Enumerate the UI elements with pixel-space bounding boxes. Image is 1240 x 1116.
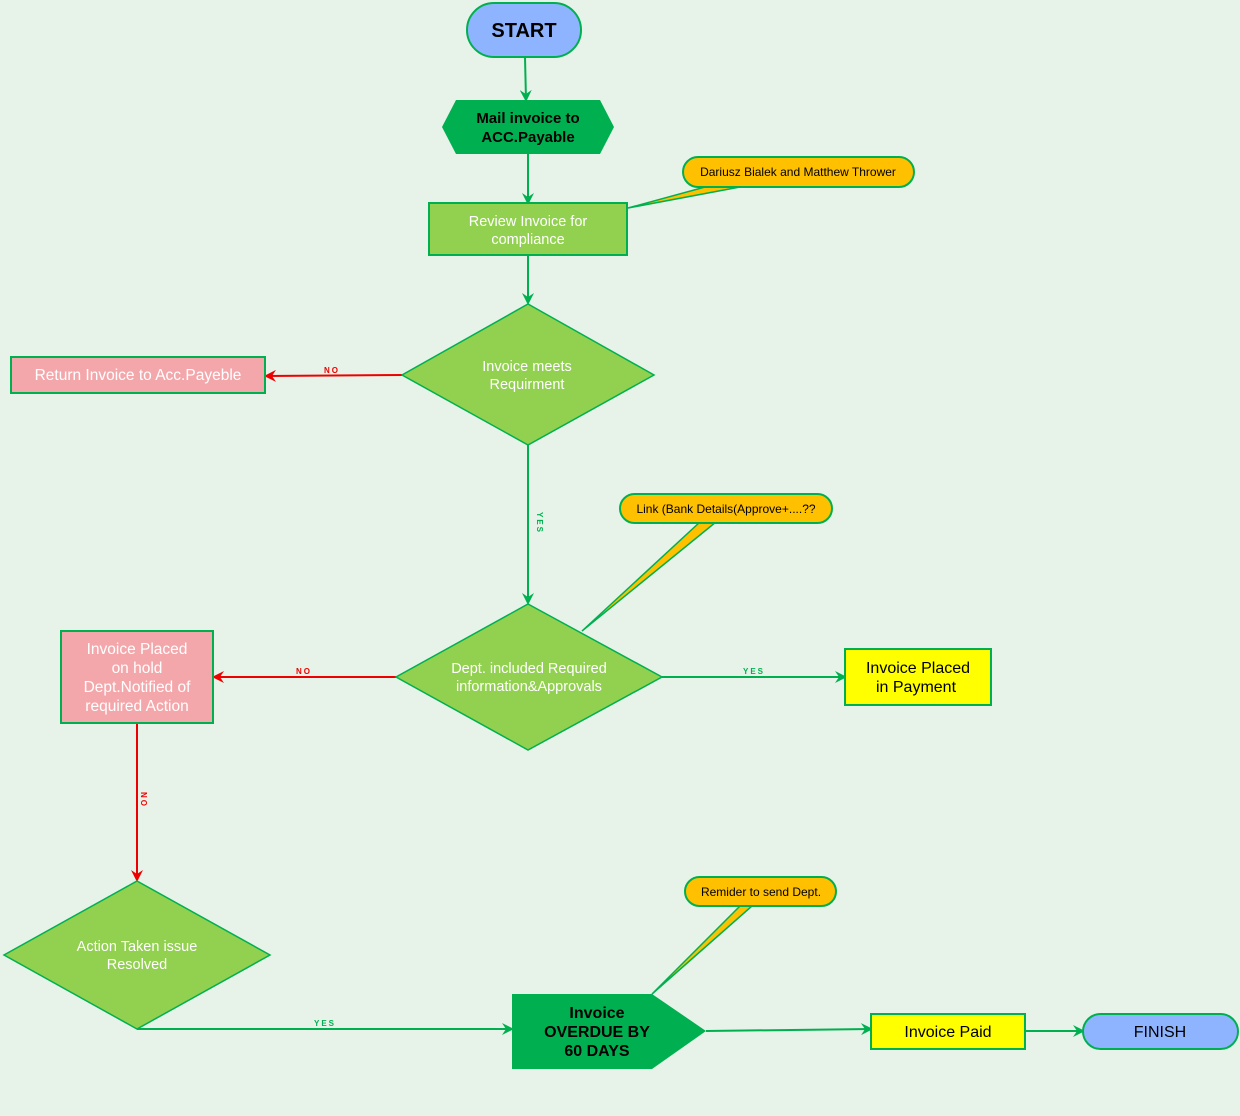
svg-text:START: START (491, 20, 556, 42)
node-invoice-paid[interactable]: Invoice Paid (870, 1013, 1026, 1050)
edge-meets-return (264, 369, 403, 382)
svg-text:Mail invoice to: Mail invoice to (476, 110, 579, 127)
svg-text:Invoice Paid: Invoice Paid (904, 1024, 991, 1041)
svg-text:compliance: compliance (491, 232, 564, 248)
node-review-invoice[interactable]: Review Invoice for compliance (428, 202, 628, 256)
flowchart: NO YES NO YES NO YES Dariusz Bialek and … (0, 0, 1240, 1116)
callout-text: Link (Bank Details(Approve+....?? (636, 502, 815, 516)
edge-label-no: NO (324, 366, 340, 375)
svg-text:Dept. included Required: Dept. included Required (451, 661, 607, 677)
svg-text:ACC.Payable: ACC.Payable (481, 129, 574, 146)
node-mail-invoice[interactable]: Mail invoice to ACC.Payable (442, 100, 614, 154)
svg-text:Invoice meets: Invoice meets (482, 359, 571, 375)
callout-text: Remider to send Dept. (701, 885, 821, 899)
node-invoice-in-payment[interactable]: Invoice Placed in Payment (844, 648, 992, 706)
svg-text:in Payment: in Payment (876, 679, 957, 696)
svg-text:required Action: required Action (85, 698, 188, 715)
svg-text:Resolved: Resolved (107, 957, 167, 973)
svg-text:Dept.Notified of: Dept.Notified of (84, 679, 192, 696)
svg-text:60 DAYS: 60 DAYS (564, 1043, 630, 1060)
edge-label-yes: YES (535, 512, 544, 534)
node-start[interactable]: START (466, 2, 582, 58)
edge-label-yes: YES (314, 1019, 336, 1028)
svg-text:Requirment: Requirment (490, 377, 565, 393)
svg-text:on hold: on hold (112, 660, 163, 677)
svg-text:Return Invoice to Acc.Payeble: Return Invoice to Acc.Payeble (35, 367, 242, 384)
svg-text:FINISH: FINISH (1134, 1024, 1186, 1041)
node-finish[interactable]: FINISH (1082, 1013, 1239, 1050)
svg-text:Action Taken issue: Action Taken issue (77, 939, 198, 955)
edge-label-no: NO (139, 792, 148, 808)
svg-text:Invoice Placed: Invoice Placed (866, 660, 970, 677)
svg-text:Invoice: Invoice (569, 1005, 624, 1022)
svg-text:Review Invoice for: Review Invoice for (469, 214, 588, 230)
node-invoice-on-hold[interactable]: Invoice Placed on hold Dept.Notified of … (60, 630, 214, 724)
edge-label-no: NO (296, 667, 312, 676)
callout-text: Dariusz Bialek and Matthew Thrower (700, 165, 896, 179)
svg-text:information&Approvals: information&Approvals (456, 679, 602, 695)
node-return-invoice[interactable]: Return Invoice to Acc.Payeble (10, 356, 266, 394)
edge-label-yes: YES (743, 667, 765, 676)
svg-text:Invoice Placed: Invoice Placed (87, 641, 188, 658)
svg-text:OVERDUE BY: OVERDUE BY (544, 1024, 650, 1041)
edge-start-mail (519, 56, 532, 102)
